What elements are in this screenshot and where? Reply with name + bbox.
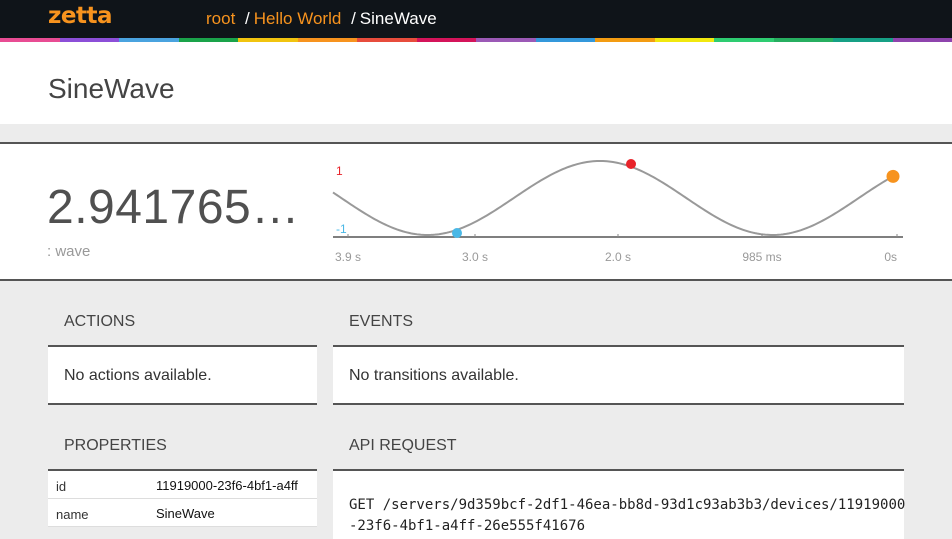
breadcrumb-separator: / [351, 9, 356, 28]
property-row-id: id 11919000-23f6-4bf1-a4ff [48, 471, 317, 499]
y-min-label: -1 [336, 222, 347, 236]
actions-title: ACTIONS [64, 313, 135, 331]
sine-wave-chart: 1 -1 3.9 s 3.0 s 2.0 s 985 ms 0s [330, 155, 910, 275]
page-title: SineWave [48, 73, 175, 105]
property-value: SineWave [156, 506, 316, 521]
actions-empty-text: No actions available. [64, 367, 212, 385]
events-title: EVENTS [349, 313, 413, 331]
property-key: name [56, 507, 89, 522]
x-tick-label: 2.0 s [605, 250, 631, 264]
breadcrumb-root[interactable]: root [206, 9, 235, 28]
properties-table: id 11919000-23f6-4bf1-a4ff name SineWave [48, 469, 317, 527]
breadcrumb: root /Hello World /SineWave [206, 9, 437, 29]
api-request-panel: GET /servers/9d359bcf-2df1-46ea-bb8d-93d… [333, 469, 904, 539]
api-request-text[interactable]: GET /servers/9d359bcf-2df1-46ea-bb8d-93d… [349, 495, 909, 537]
breadcrumb-current: SineWave [360, 9, 437, 28]
breadcrumb-hello-world[interactable]: Hello World [254, 9, 342, 28]
min-marker [452, 228, 462, 238]
property-value: 11919000-23f6-4bf1-a4ff [156, 478, 316, 493]
x-tick-label: 3.9 s [335, 250, 361, 264]
breadcrumb-separator: / [245, 9, 250, 28]
stream-value: 2.941765… [47, 180, 300, 235]
current-marker [887, 170, 900, 183]
x-tick-label: 985 ms [742, 250, 781, 264]
stream-label: : wave [47, 243, 90, 260]
x-tick-label: 3.0 s [462, 250, 488, 264]
wave-line [333, 161, 893, 235]
api-request-title: API REQUEST [349, 437, 457, 455]
y-max-label: 1 [336, 164, 343, 178]
property-row-name: name SineWave [48, 499, 317, 527]
max-marker [626, 159, 636, 169]
properties-title: PROPERTIES [64, 437, 167, 455]
events-empty-text: No transitions available. [349, 367, 519, 385]
x-tick-label: 0s [884, 250, 897, 264]
zetta-logo[interactable]: zetta [48, 3, 112, 29]
property-key: id [56, 479, 66, 494]
top-bar: zetta root /Hello World /SineWave [0, 0, 952, 38]
